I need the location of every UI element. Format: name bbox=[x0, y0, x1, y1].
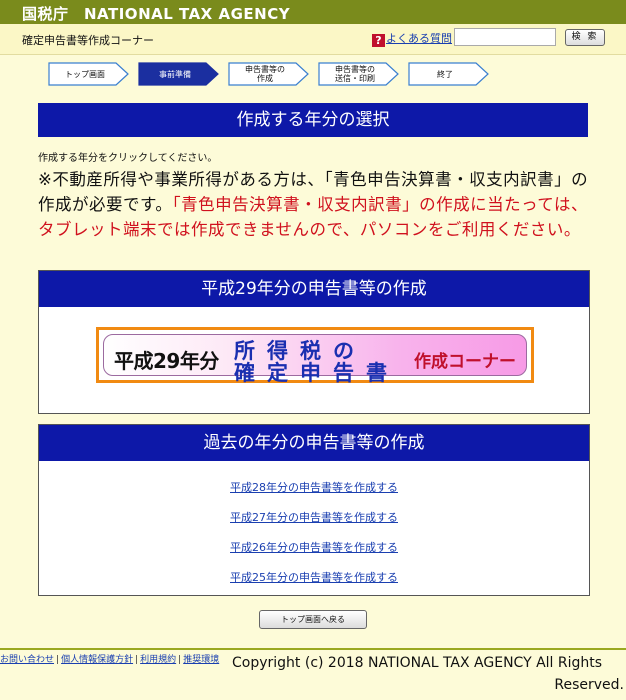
past-years-panel: 過去の年分の申告書等の作成 平成28年分の申告書等を作成する 平成27年分の申告… bbox=[38, 424, 590, 596]
link-h25[interactable]: 平成25年分の申告書等を作成する bbox=[39, 563, 589, 593]
corner-name: 確定申告書等作成コーナー bbox=[22, 34, 154, 47]
step-preparation: 事前準備 bbox=[138, 62, 220, 86]
past-years-links: 平成28年分の申告書等を作成する 平成27年分の申告書等を作成する 平成26年分… bbox=[39, 461, 589, 593]
search-input[interactable] bbox=[454, 28, 556, 46]
step-label: トップ画面 bbox=[65, 69, 105, 79]
page-title: 作成する年分の選択 bbox=[38, 103, 588, 137]
link-h26[interactable]: 平成26年分の申告書等を作成する bbox=[39, 533, 589, 563]
copyright-line2: Reserved. bbox=[554, 677, 624, 693]
copyright: Copyright (c) 2018 NATIONAL TAX AGENCY A… bbox=[232, 652, 624, 696]
step-label: 終了 bbox=[437, 69, 453, 79]
footer-environment-link[interactable]: 推奨環境 bbox=[183, 655, 219, 665]
sub-header: 確定申告書等作成コーナー ? よくある質問 検 索 bbox=[0, 24, 626, 55]
link-h27[interactable]: 平成27年分の申告書等を作成する bbox=[39, 503, 589, 533]
footer-privacy-link[interactable]: 個人情報保護方針 bbox=[61, 655, 133, 665]
footer-divider bbox=[0, 648, 626, 650]
step-label: 申告書等の 送信・印刷 bbox=[335, 65, 375, 83]
footer-contact-link[interactable]: お問い合わせ bbox=[0, 655, 54, 665]
step-send-print: 申告書等の 送信・印刷 bbox=[318, 62, 400, 86]
h29-income-tax-banner[interactable]: 平成29年分 所得税の 確定申告書 作成コーナー bbox=[96, 327, 534, 385]
faq-label: よくある質問 bbox=[386, 32, 452, 45]
copyright-line1: Copyright (c) 2018 NATIONAL TAX AGENCY A… bbox=[232, 655, 603, 671]
link-h28[interactable]: 平成28年分の申告書等を作成する bbox=[39, 473, 589, 503]
notice-text: ※不動産所得や事業所得がある方は、「青色申告決算書・収支内訳書」の作成が必要です… bbox=[38, 167, 594, 242]
search-button[interactable]: 検 索 bbox=[565, 29, 605, 46]
banner-button-face: 平成29年分 所得税の 確定申告書 作成コーナー bbox=[103, 334, 527, 385]
footer-terms-link[interactable]: 利用規約 bbox=[140, 655, 176, 665]
site-header: 国税庁 NATIONAL TAX AGENCY bbox=[0, 0, 626, 24]
banner-corner: 作成コーナー bbox=[414, 352, 516, 372]
past-years-heading: 過去の年分の申告書等の作成 bbox=[39, 425, 589, 461]
step-top-screen: トップ画面 bbox=[48, 62, 130, 86]
footer-separator: | bbox=[135, 655, 139, 665]
banner-year: 平成29年分 bbox=[114, 349, 219, 373]
current-year-body: 平成29年分 所得税の 確定申告書 作成コーナー bbox=[39, 307, 589, 413]
current-year-heading: 平成29年分の申告書等の作成 bbox=[39, 271, 589, 307]
back-to-top-button[interactable]: トップ画面へ戻る bbox=[259, 610, 367, 629]
site-brand[interactable]: 国税庁 NATIONAL TAX AGENCY bbox=[22, 3, 290, 24]
step-label: 申告書等の 作成 bbox=[245, 65, 285, 83]
instruction-text: 作成する年分をクリックしてください。 bbox=[38, 153, 218, 164]
footer-separator: | bbox=[56, 655, 60, 665]
question-icon: ? bbox=[372, 34, 385, 47]
progress-steps: トップ画面 事前準備 申告書等の 作成 申告書等の 送信・印刷 終了 bbox=[48, 62, 508, 88]
step-label: 事前準備 bbox=[159, 69, 191, 79]
current-year-panel: 平成29年分の申告書等の作成 平成29年分 所得税の 確定申告書 作成コーナー bbox=[38, 270, 590, 414]
faq-link[interactable]: ? よくある質問 bbox=[372, 30, 452, 47]
step-finish: 終了 bbox=[408, 62, 490, 86]
banner-line2: 確定申告書 bbox=[234, 361, 399, 385]
footer-separator: | bbox=[178, 655, 182, 665]
footer-links: お問い合わせ | 個人情報保護方針 | 利用規約 | 推奨環境 bbox=[0, 652, 219, 665]
step-create: 申告書等の 作成 bbox=[228, 62, 310, 86]
